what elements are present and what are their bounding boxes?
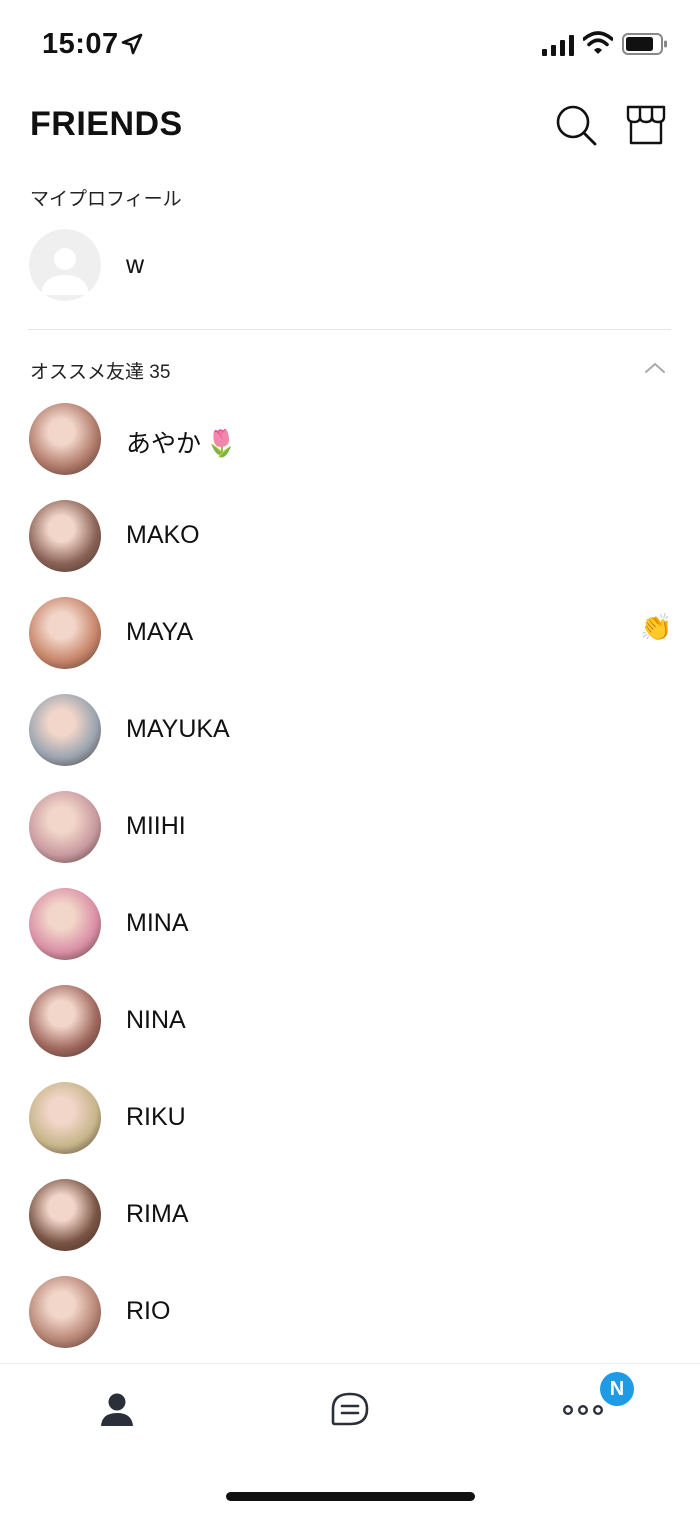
friend-name: あやか 🌷 xyxy=(126,424,237,460)
friend-row[interactable]: RIO xyxy=(0,1266,700,1356)
friend-avatar xyxy=(29,694,101,766)
friend-name-text: あやか xyxy=(126,430,202,458)
chevron-up-icon[interactable] xyxy=(642,358,668,378)
page-title: FRIENDS xyxy=(30,105,183,143)
friend-row[interactable]: MIIHI xyxy=(0,781,700,871)
friend-name-text: MAKO xyxy=(126,521,200,549)
friend-avatar xyxy=(29,500,101,572)
friend-row[interactable]: MAKO xyxy=(0,490,700,580)
friend-name: RIKU xyxy=(126,1103,186,1132)
friend-name: MAYUKA xyxy=(126,715,230,744)
tab-bar: N xyxy=(0,1363,700,1515)
my-profile-name: w xyxy=(126,251,145,279)
friend-avatar xyxy=(29,985,101,1057)
search-icon[interactable] xyxy=(554,103,598,147)
friend-name-text: MIIHI xyxy=(126,812,186,840)
friend-row[interactable]: あやか 🌷 xyxy=(0,393,700,483)
my-profile-row[interactable]: w xyxy=(0,225,700,309)
friend-name: NINA xyxy=(126,1006,186,1035)
location-arrow-icon xyxy=(121,33,143,55)
friend-row[interactable]: RIMA xyxy=(0,1169,700,1259)
section-divider xyxy=(28,329,671,330)
tab-friends-person-icon[interactable] xyxy=(87,1380,147,1440)
default-avatar-icon xyxy=(29,229,101,301)
my-profile-label: マイプロフィール xyxy=(30,189,182,210)
friend-name-text: RIO xyxy=(126,1297,171,1325)
friend-name-text: RIMA xyxy=(126,1200,189,1228)
status-bar: 15:07 xyxy=(0,0,700,90)
friend-avatar xyxy=(29,888,101,960)
friend-row[interactable]: MINA xyxy=(0,878,700,968)
friend-name: RIMA xyxy=(126,1200,189,1229)
friend-name: MIIHI xyxy=(126,812,186,841)
friend-avatar xyxy=(29,1276,101,1348)
battery-icon xyxy=(622,33,667,55)
store-icon[interactable] xyxy=(624,103,668,147)
home-indicator xyxy=(226,1492,475,1501)
friend-avatar xyxy=(29,1082,101,1154)
friend-avatar xyxy=(29,403,101,475)
friend-avatar xyxy=(29,1179,101,1251)
wifi-icon xyxy=(583,31,613,54)
status-time: 15:07 xyxy=(42,28,119,60)
friend-name-text: MINA xyxy=(126,909,189,937)
friend-name: MAYA xyxy=(126,618,193,647)
friend-name: RIO xyxy=(126,1297,170,1326)
recommended-friends-label: オススメ友達 35 xyxy=(30,362,171,383)
header: FRIENDS xyxy=(0,95,700,155)
friend-name-text: MAYA xyxy=(126,618,194,646)
friend-row[interactable]: MAYA 👏 xyxy=(0,587,700,677)
friend-avatar xyxy=(29,791,101,863)
friend-name-emoji: 🌷 xyxy=(205,428,238,458)
tab-chat-icon[interactable] xyxy=(320,1380,380,1440)
notification-badge: N xyxy=(600,1372,634,1406)
friend-name: MAKO xyxy=(126,521,200,550)
cellular-signal-icon xyxy=(542,35,574,56)
friend-name-text: MAYUKA xyxy=(126,715,230,743)
friend-row[interactable]: MAYUKA xyxy=(0,684,700,774)
friend-name-text: RIKU xyxy=(126,1103,186,1131)
friend-name: MINA xyxy=(126,909,189,938)
friend-row[interactable]: RIKU xyxy=(0,1072,700,1162)
friend-avatar xyxy=(29,597,101,669)
friend-status-emoji: 👏 xyxy=(640,612,673,642)
friend-name-text: NINA xyxy=(126,1006,186,1034)
friend-row[interactable]: NINA xyxy=(0,975,700,1065)
